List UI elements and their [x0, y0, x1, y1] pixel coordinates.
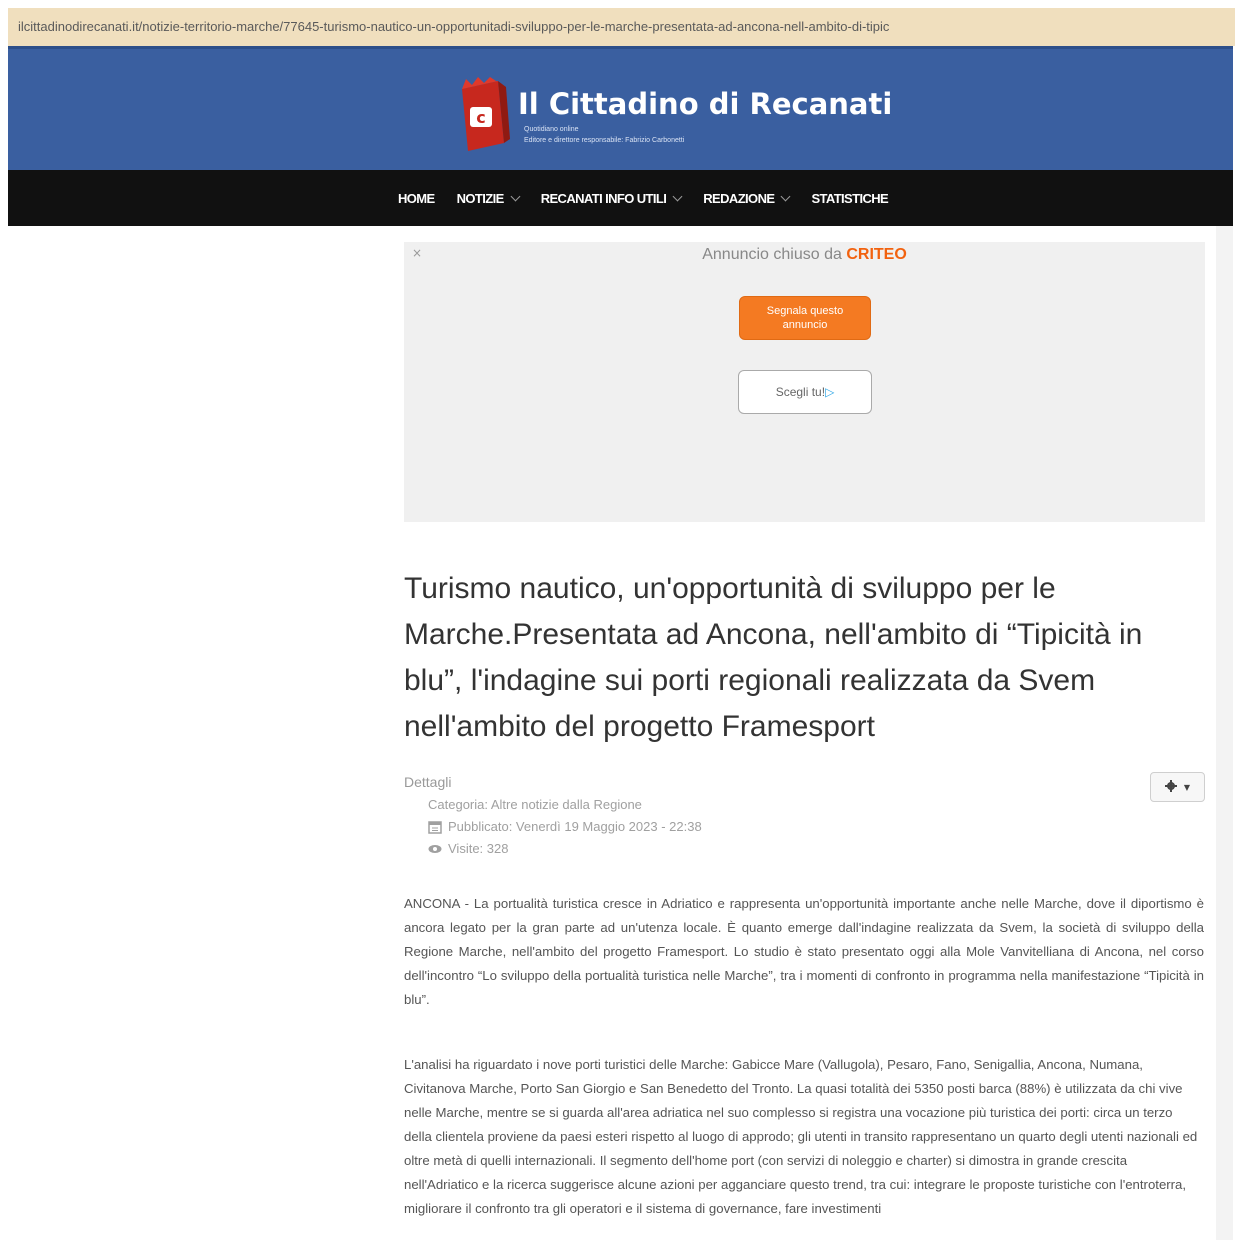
main-nav: HOME NOTIZIE RECANATI INFO UTILI REDAZIO…	[8, 170, 1233, 226]
nav-recanati-info-utili[interactable]: RECANATI INFO UTILI	[541, 191, 683, 206]
ad-choices-button[interactable]: Scegli tu!▷	[738, 370, 872, 414]
nav-statistiche[interactable]: STATISTICHE	[811, 191, 888, 206]
logo-icon: c	[456, 77, 512, 151]
page-scrollbar[interactable]	[1216, 226, 1233, 1240]
ad-choices-icon: ▷	[825, 385, 835, 399]
site-title: Il Cittadino di Recanati	[518, 87, 893, 121]
chevron-down-icon	[672, 191, 683, 201]
chevron-down-icon	[510, 191, 521, 201]
article-title: Turismo nautico, un'opportunità di svilu…	[404, 572, 1143, 743]
ad-banner: × Annuncio chiuso da CRITEO Segnala ques…	[404, 242, 1205, 522]
details-label: Dettagli	[404, 774, 452, 790]
site-editor: Editore e direttore responsabile: Fabriz…	[524, 137, 685, 144]
gear-icon	[1164, 778, 1181, 797]
calendar-icon	[428, 820, 442, 834]
eye-icon	[428, 842, 442, 856]
article-published: Pubblicato: Venerdì 19 Maggio 2023 - 22:…	[428, 819, 1204, 834]
chevron-down-icon	[780, 191, 791, 201]
article-tools-button[interactable]: ▼	[1150, 772, 1205, 802]
criteo-logo: CRITEO	[846, 246, 907, 263]
article-hits: Visite: 328	[428, 841, 1204, 856]
caret-down-icon: ▼	[1183, 782, 1191, 792]
nav-notizie[interactable]: NOTIZIE	[457, 191, 521, 206]
nav-home[interactable]: HOME	[398, 191, 435, 206]
ad-closed-text: Annuncio chiuso da CRITEO	[702, 246, 907, 263]
article-details: Dettagli Categoria: Altre notizie dalla …	[404, 774, 1204, 856]
report-ad-button[interactable]: Segnala questo annuncio	[739, 296, 871, 340]
site-logo[interactable]: c Il Cittadino di Recanati Quotidiano on…	[456, 77, 892, 151]
article-paragraph: ANCONA - La portualità turistica cresce …	[404, 896, 1204, 1007]
article-category: Categoria: Altre notizie dalla Regione	[428, 797, 642, 812]
svg-text:c: c	[476, 108, 485, 127]
address-bar[interactable]: ilcittadinodirecanati.it/notizie-territo…	[8, 8, 1235, 46]
article-paragraph: L'analisi ha riguardato i nove porti tur…	[404, 1057, 1198, 1216]
site-header: c Il Cittadino di Recanati Quotidiano on…	[8, 46, 1233, 170]
nav-redazione[interactable]: REDAZIONE	[703, 191, 791, 206]
site-subtitle: Quotidiano online	[524, 126, 579, 133]
